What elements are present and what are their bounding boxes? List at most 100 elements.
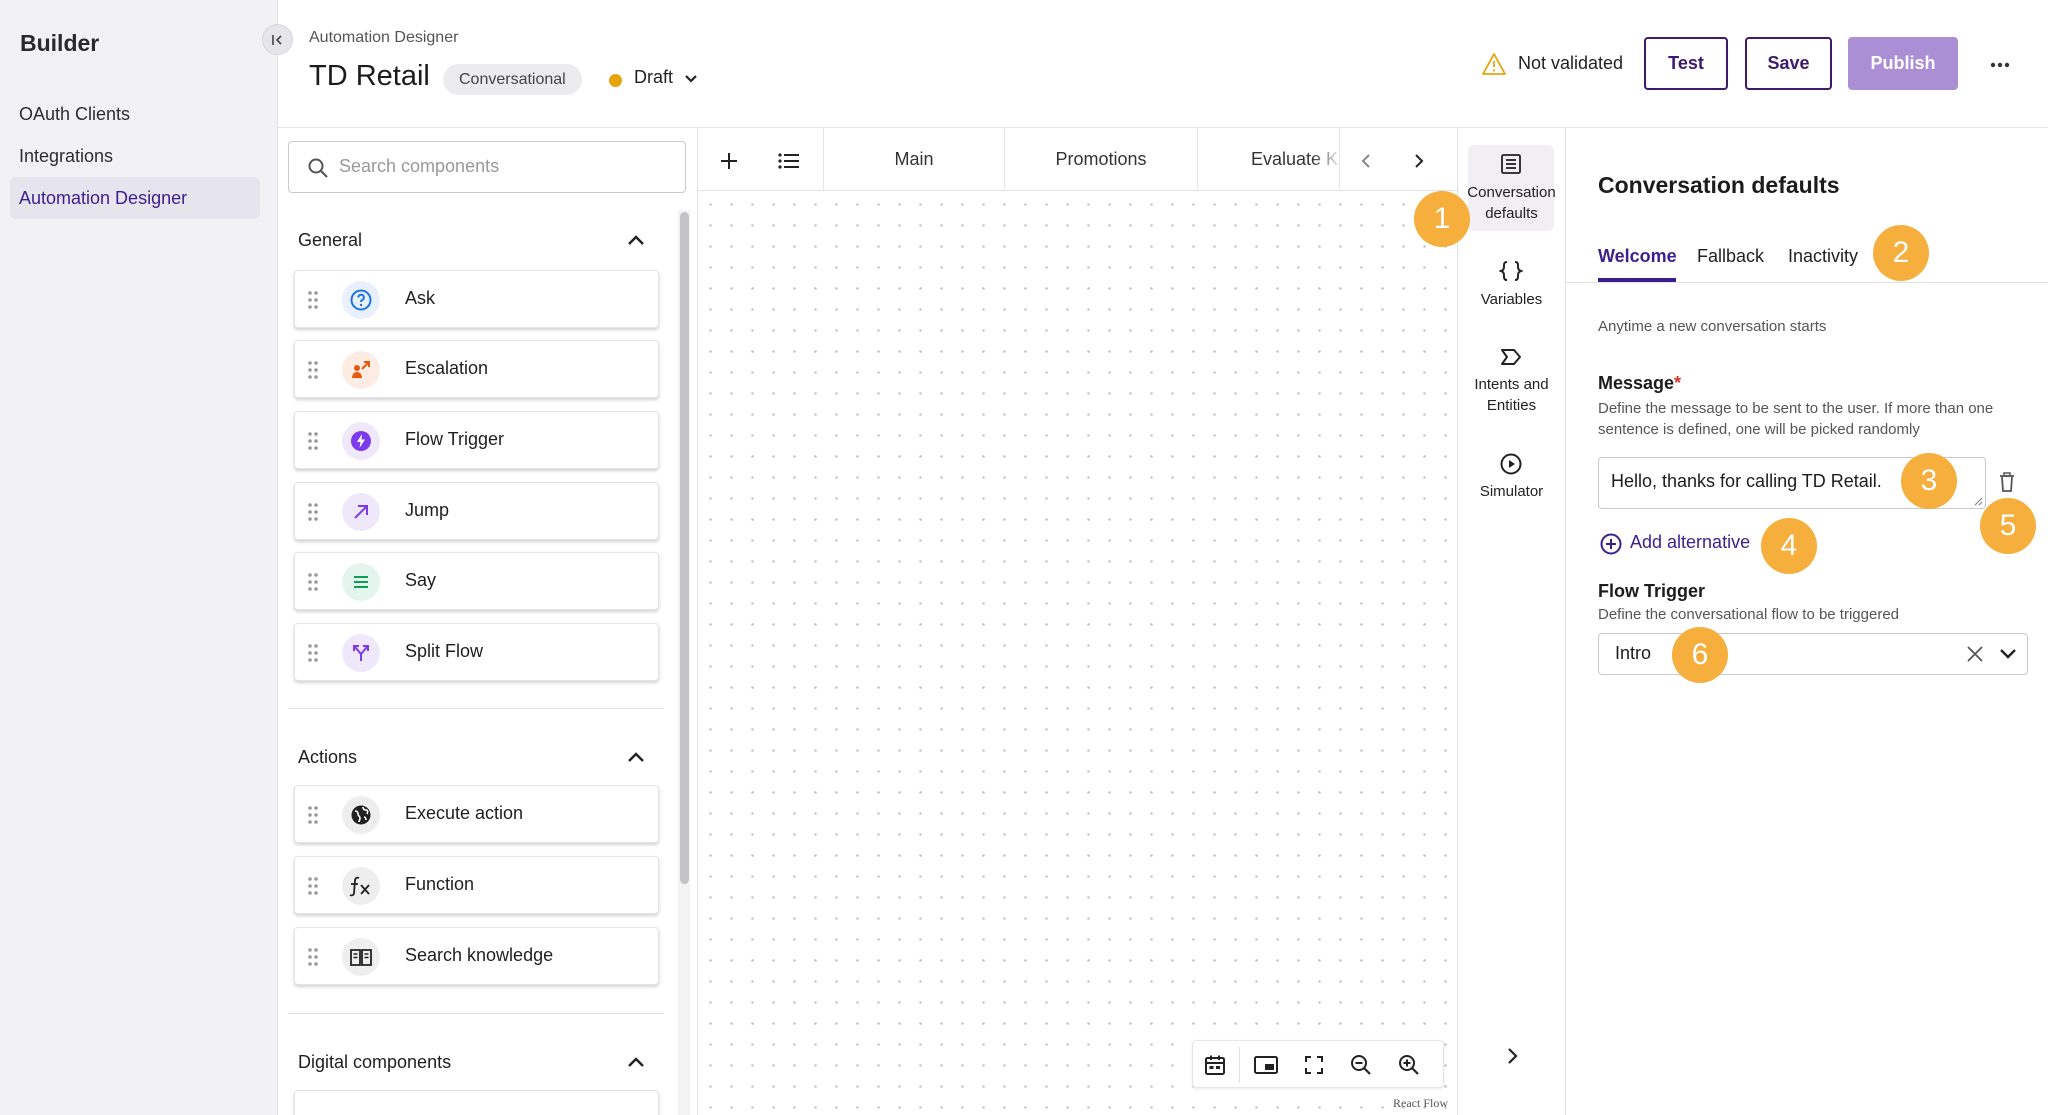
form-icon	[1501, 154, 1521, 174]
search-icon	[308, 158, 328, 178]
tab-description: Anytime a new conversation starts	[1598, 318, 1827, 335]
component-label: Search knowledge	[405, 945, 554, 965]
component-card-search-knowledge[interactable]: Search knowledge	[294, 927, 659, 985]
callout-1: 1	[1414, 191, 1470, 247]
callout-4: 4	[1761, 518, 1817, 574]
breadcrumb[interactable]: Automation Designer	[309, 29, 458, 47]
chevron-right-icon[interactable]	[1410, 151, 1428, 171]
section-header-actions[interactable]: Actions	[298, 747, 357, 768]
component-card-flow-trigger[interactable]: Flow Trigger	[294, 411, 659, 469]
drag-handle-icon[interactable]	[307, 876, 319, 896]
fullscreen-icon[interactable]	[1303, 1053, 1325, 1077]
status-dropdown[interactable]: Draft	[634, 67, 673, 88]
app-brand: Builder	[20, 30, 100, 56]
zoom-out-icon[interactable]	[1349, 1053, 1373, 1077]
component-card-execute-action[interactable]: Execute action	[294, 785, 659, 843]
drag-handle-icon[interactable]	[307, 360, 319, 380]
intent-icon[interactable]	[1499, 346, 1523, 368]
component-card-ask[interactable]: Ask	[294, 270, 659, 328]
flow-tab-main[interactable]: Main	[823, 128, 1004, 191]
canvas-controls	[1192, 1040, 1444, 1088]
section-header-digital-components[interactable]: Digital components	[298, 1052, 451, 1073]
book-icon	[342, 938, 380, 976]
callout-5: 5	[1980, 498, 2036, 554]
message-description: Define the message to be sent to the use…	[1598, 400, 1994, 438]
flow-tab-label: Main	[894, 149, 934, 169]
save-button[interactable]: Save	[1745, 37, 1832, 90]
flow-canvas[interactable]	[698, 128, 1457, 1115]
nav-item-integrations[interactable]: Integrations	[10, 135, 260, 177]
chevron-down-icon[interactable]	[1998, 645, 2018, 663]
chevron-left-icon[interactable]	[1357, 151, 1375, 171]
warning-icon	[1482, 53, 1506, 75]
add-alternative-button[interactable]: Add alternative	[1630, 532, 1750, 553]
zoom-in-icon[interactable]	[1397, 1053, 1421, 1077]
chevron-up-icon[interactable]	[626, 232, 646, 248]
search-input[interactable]: Search components	[288, 141, 686, 193]
rail-item-simulator[interactable]: Simulator	[1457, 481, 1566, 502]
drag-handle-icon[interactable]	[307, 805, 319, 825]
rail-item-intents-entities[interactable]: Intents and	[1457, 374, 1566, 395]
component-card-function[interactable]: Function	[294, 856, 659, 914]
clear-icon[interactable]	[1964, 643, 1986, 665]
more-horizontal-icon	[1990, 62, 2010, 68]
bolt-icon	[342, 422, 380, 460]
minimap-icon[interactable]	[1253, 1053, 1279, 1077]
test-button[interactable]: Test	[1644, 37, 1728, 90]
expand-right-icon[interactable]	[1501, 1045, 1523, 1067]
nav-item-automation-designer[interactable]: Automation Designer	[10, 177, 260, 219]
flow-tab-label: Promotions	[1055, 149, 1147, 169]
section-divider	[288, 1013, 664, 1014]
drag-handle-icon[interactable]	[307, 947, 319, 967]
more-options-button[interactable]	[1985, 50, 2015, 80]
drag-handle-icon[interactable]	[307, 643, 319, 663]
resize-handle-icon[interactable]	[1973, 496, 1983, 506]
message-label-text: Message	[1598, 373, 1675, 393]
flow-tab-evaluate[interactable]: Evaluate K	[1197, 128, 1339, 191]
components-scrollbar-thumb[interactable]	[680, 212, 689, 884]
braces-icon[interactable]	[1499, 260, 1523, 282]
drag-handle-icon[interactable]	[307, 431, 319, 451]
add-circle-icon[interactable]	[1599, 532, 1623, 556]
lines-icon	[342, 563, 380, 601]
flow-tab-promotions[interactable]: Promotions	[1004, 128, 1197, 191]
section-header-general[interactable]: General	[298, 230, 362, 251]
rail-label: Entities	[1486, 397, 1537, 414]
tab-welcome[interactable]: Welcome	[1598, 246, 1677, 267]
flow-trigger-select[interactable]: Intro	[1598, 633, 2028, 675]
chevron-up-icon[interactable]	[626, 1054, 646, 1070]
controls-divider	[1239, 1047, 1240, 1083]
component-card-partial[interactable]	[294, 1090, 659, 1115]
component-card-say[interactable]: Say	[294, 552, 659, 610]
globe-icon	[342, 796, 380, 834]
chevron-up-icon[interactable]	[626, 749, 646, 765]
component-label: Ask	[405, 288, 436, 308]
status-dot	[609, 74, 622, 87]
component-label: Jump	[405, 500, 450, 520]
component-card-jump[interactable]: Jump	[294, 482, 659, 540]
react-flow-attribution[interactable]: React Flow	[1393, 1096, 1448, 1111]
component-label: Execute action	[405, 803, 524, 823]
tab-inactivity[interactable]: Inactivity	[1788, 246, 1858, 267]
page-title: TD Retail	[309, 60, 430, 92]
chevron-down-icon[interactable]	[683, 71, 699, 87]
publish-button[interactable]: Publish	[1848, 37, 1958, 90]
component-card-split-flow[interactable]: Split Flow	[294, 623, 659, 681]
section-divider	[288, 708, 664, 709]
tab-fallback[interactable]: Fallback	[1697, 246, 1764, 267]
callout-2: 2	[1873, 225, 1929, 281]
delete-message-icon[interactable]	[1998, 472, 2016, 492]
plus-icon[interactable]	[719, 151, 739, 171]
collapse-sidebar-button[interactable]	[262, 24, 293, 55]
calendar-icon[interactable]	[1203, 1053, 1227, 1077]
rail-item-variables[interactable]: Variables	[1457, 289, 1566, 310]
component-card-escalation[interactable]: Escalation	[294, 340, 659, 398]
nav-item-oauth-clients[interactable]: OAuth Clients	[10, 93, 260, 135]
drag-handle-icon[interactable]	[307, 502, 319, 522]
play-icon[interactable]	[1499, 452, 1523, 476]
drag-handle-icon[interactable]	[307, 290, 319, 310]
drag-handle-icon[interactable]	[307, 572, 319, 592]
message-value: Hello, thanks for calling TD Retail.	[1611, 471, 1882, 491]
split-icon	[342, 634, 380, 672]
list-icon[interactable]	[777, 151, 801, 171]
